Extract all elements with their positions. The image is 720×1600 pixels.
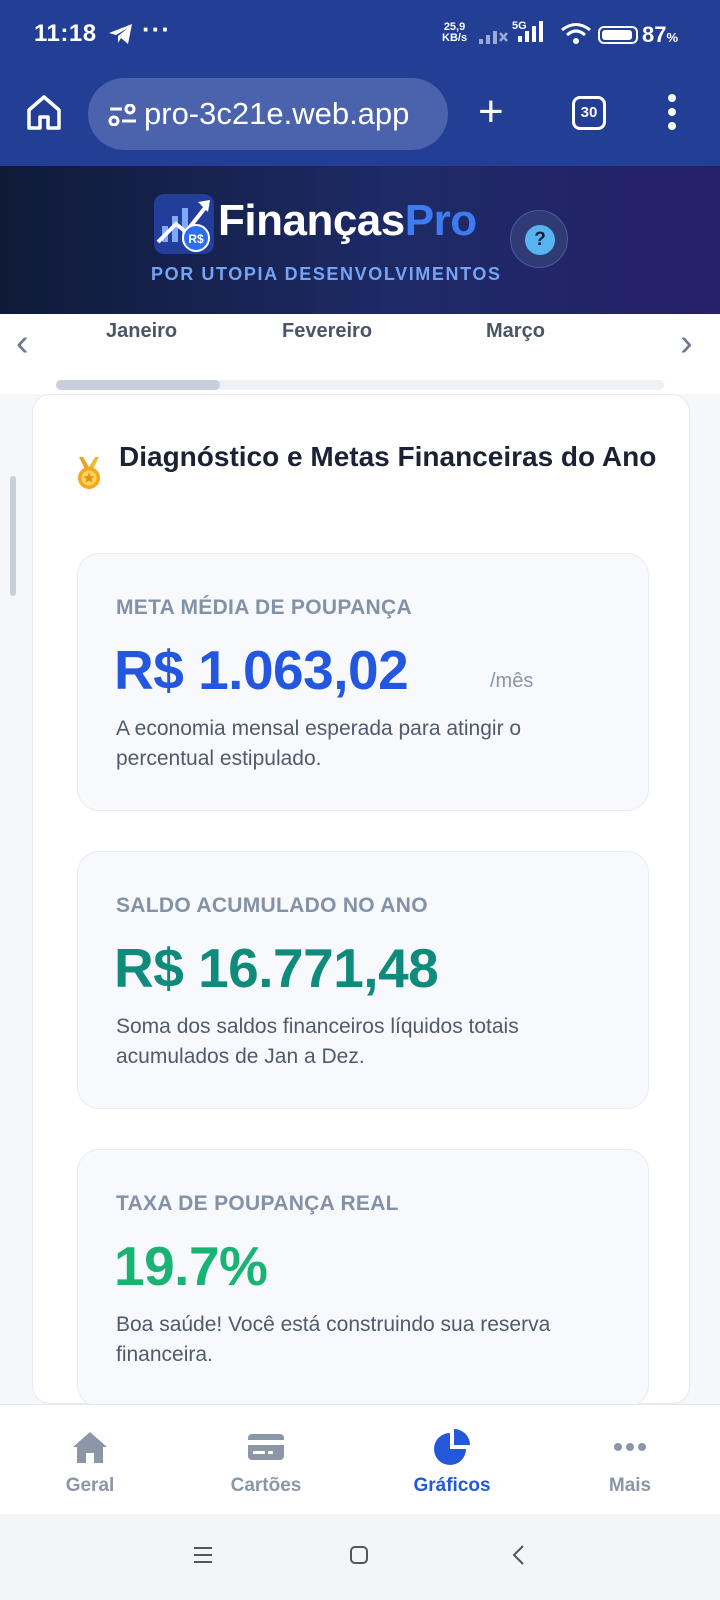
app-name: FinançasPro bbox=[218, 196, 477, 245]
stat-description: Soma dos saldos financeiros líquidos tot… bbox=[116, 1015, 519, 1068]
medal-icon bbox=[78, 457, 100, 489]
month-tab-marco[interactable]: Março bbox=[486, 320, 545, 343]
help-button[interactable]: ? bbox=[510, 210, 568, 268]
month-scroll-thumb[interactable] bbox=[56, 380, 220, 390]
nav-item-mais[interactable]: Mais bbox=[540, 1405, 720, 1515]
status-bar: 11:18 ··· 25,9 KB/s 5G 87% bbox=[0, 0, 720, 70]
svg-text:R$: R$ bbox=[188, 232, 204, 246]
back-icon[interactable] bbox=[508, 1544, 530, 1566]
diagnostic-card: Diagnóstico e Metas Financeiras do Ano M… bbox=[32, 394, 690, 1407]
site-settings-icon[interactable] bbox=[108, 104, 138, 126]
stat-unit: /mês bbox=[490, 670, 534, 692]
new-tab-button[interactable]: + bbox=[478, 90, 504, 134]
browser-chrome: 11:18 ··· 25,9 KB/s 5G 87% pro-3c21e.web… bbox=[0, 0, 720, 166]
app-logo-icon: R$ bbox=[154, 194, 214, 254]
month-tab-janeiro[interactable]: Janeiro bbox=[106, 320, 177, 343]
signal-icon-sim2 bbox=[518, 21, 543, 42]
stat-label: META MÉDIA DE POUPANÇA bbox=[116, 596, 412, 619]
wifi-icon bbox=[561, 23, 591, 44]
stat-value: R$ 1.063,02 bbox=[114, 639, 409, 701]
nav-label: Mais bbox=[608, 1475, 652, 1496]
help-icon: ? bbox=[525, 225, 555, 255]
system-home-icon[interactable] bbox=[348, 1544, 370, 1566]
recent-apps-icon[interactable] bbox=[192, 1544, 214, 1566]
nav-label: Gráficos bbox=[413, 1475, 491, 1496]
section-title: Diagnóstico e Metas Financeiras do Ano bbox=[119, 441, 657, 472]
stat-label: SALDO ACUMULADO NO ANO bbox=[116, 894, 428, 917]
signal-icon-sim1 bbox=[479, 31, 508, 44]
browser-home-icon[interactable] bbox=[24, 92, 64, 132]
network-speed: 25,9 KB/s bbox=[442, 21, 468, 44]
nav-label: Cartões bbox=[230, 1475, 302, 1496]
credit-card-icon bbox=[248, 1434, 284, 1460]
stat-card-savings-rate: TAXA DE POUPANÇA REAL 19.7% Boa saúde! V… bbox=[77, 1149, 649, 1407]
page-scrollbar[interactable] bbox=[10, 476, 16, 596]
url-text: pro-3c21e.web.app bbox=[144, 96, 410, 131]
tab-switcher-button[interactable]: 30 bbox=[572, 96, 606, 130]
month-selector: ‹ Janeiro Fevereiro Março › bbox=[0, 314, 720, 394]
nav-item-cartoes[interactable]: Cartões bbox=[176, 1405, 356, 1515]
chevron-right-icon[interactable]: › bbox=[680, 322, 693, 365]
stat-value: 19.7% bbox=[114, 1235, 268, 1297]
stat-label: TAXA DE POUPANÇA REAL bbox=[116, 1192, 399, 1215]
app-subtitle: POR UTOPIA DESENVOLVIMENTOS bbox=[151, 264, 502, 284]
battery-icon bbox=[598, 26, 638, 44]
nav-item-geral[interactable]: Geral bbox=[0, 1405, 180, 1515]
status-time: 11:18 bbox=[34, 20, 97, 47]
telegram-icon bbox=[109, 24, 132, 44]
month-tab-fevereiro[interactable]: Fevereiro bbox=[282, 320, 372, 343]
browser-menu-icon[interactable] bbox=[666, 94, 678, 134]
system-navigation-bar bbox=[0, 1514, 720, 1600]
stat-description: Boa saúde! Você está construindo sua res… bbox=[116, 1313, 551, 1366]
more-notifications-icon: ··· bbox=[142, 14, 171, 44]
nav-item-graficos[interactable]: Gráficos bbox=[362, 1405, 542, 1515]
stat-value: R$ 16.771,48 bbox=[114, 937, 439, 999]
stat-card-accumulated-balance: SALDO ACUMULADO NO ANO R$ 16.771,48 Soma… bbox=[77, 851, 649, 1109]
battery-percent: 87% bbox=[642, 22, 679, 47]
stat-description: A economia mensal esperada para atingir … bbox=[116, 717, 522, 770]
bottom-navigation: Geral Cartões Gráficos Mais bbox=[0, 1404, 720, 1514]
stat-card-savings-goal: META MÉDIA DE POUPANÇA R$ 1.063,02 /mês … bbox=[77, 553, 649, 811]
app-header: R$ FinançasPro POR UTOPIA DESENVOLVIMENT… bbox=[0, 166, 720, 314]
more-dots-icon bbox=[614, 1443, 646, 1451]
address-bar[interactable]: pro-3c21e.web.app bbox=[88, 78, 448, 150]
browser-toolbar: pro-3c21e.web.app + 30 bbox=[0, 70, 720, 166]
nav-label: Geral bbox=[65, 1475, 115, 1496]
chevron-left-icon[interactable]: ‹ bbox=[16, 322, 29, 365]
pie-chart-icon bbox=[434, 1429, 470, 1465]
home-icon bbox=[73, 1432, 107, 1463]
